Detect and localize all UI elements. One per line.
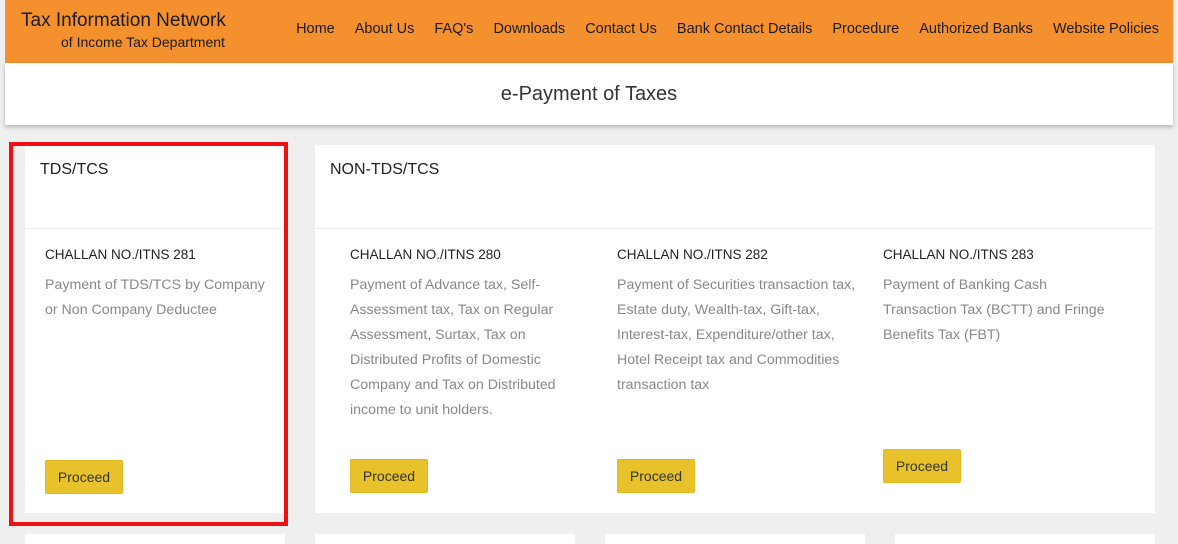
- nav-contact-us[interactable]: Contact Us: [585, 21, 657, 37]
- main-nav: Home About Us FAQ's Downloads Contact Us…: [296, 21, 1159, 37]
- challan-283-description: Payment of Banking Cash Transaction Tax …: [883, 277, 1105, 343]
- brand-subtitle: of Income Tax Department: [61, 34, 225, 50]
- proceed-button-282[interactable]: Proceed: [617, 459, 695, 493]
- nav-website-policies[interactable]: Website Policies: [1053, 21, 1159, 37]
- tds-tcs-card: TDS/TCS CHALLAN NO./ITNS 281 Payment of …: [25, 145, 283, 513]
- nav-about-us[interactable]: About Us: [355, 21, 415, 37]
- nav-downloads[interactable]: Downloads: [493, 21, 565, 37]
- challan-282-title: CHALLAN NO./ITNS 282: [617, 247, 768, 262]
- challan-282-description: Payment of Securities transaction tax, E…: [617, 277, 856, 393]
- next-card-4: [895, 534, 1155, 544]
- nav-procedure[interactable]: Procedure: [832, 21, 899, 37]
- non-tds-tcs-card: NON-TDS/TCS CHALLAN NO./ITNS 280 Payment…: [315, 145, 1155, 513]
- next-card-1: [25, 534, 285, 544]
- top-header: Tax Information Network of Income Tax De…: [5, 0, 1173, 63]
- brand-title[interactable]: Tax Information Network: [21, 10, 226, 32]
- challan-280-title: CHALLAN NO./ITNS 280: [350, 247, 501, 262]
- challan-281-title: CHALLAN NO./ITNS 281: [45, 247, 196, 262]
- tds-tcs-heading: TDS/TCS: [25, 145, 283, 229]
- proceed-button-280[interactable]: Proceed: [350, 459, 428, 493]
- next-card-3: [605, 534, 865, 544]
- nav-home[interactable]: Home: [296, 21, 335, 37]
- challan-283-title: CHALLAN NO./ITNS 283: [883, 247, 1034, 262]
- next-card-2: [315, 534, 575, 544]
- nav-faqs[interactable]: FAQ's: [434, 21, 473, 37]
- non-tds-tcs-heading: NON-TDS/TCS: [315, 145, 1155, 229]
- challan-280-description: Payment of Advance tax, Self-Assessment …: [350, 277, 556, 418]
- page-title-bar: e-Payment of Taxes: [5, 63, 1173, 125]
- proceed-button-283[interactable]: Proceed: [883, 449, 961, 483]
- page-title: e-Payment of Taxes: [500, 83, 678, 105]
- nav-authorized-banks[interactable]: Authorized Banks: [919, 21, 1033, 37]
- proceed-button-281[interactable]: Proceed: [45, 460, 123, 494]
- challan-281-description: Payment of TDS/TCS by Company or Non Com…: [45, 277, 265, 318]
- nav-bank-contact-details[interactable]: Bank Contact Details: [677, 21, 812, 37]
